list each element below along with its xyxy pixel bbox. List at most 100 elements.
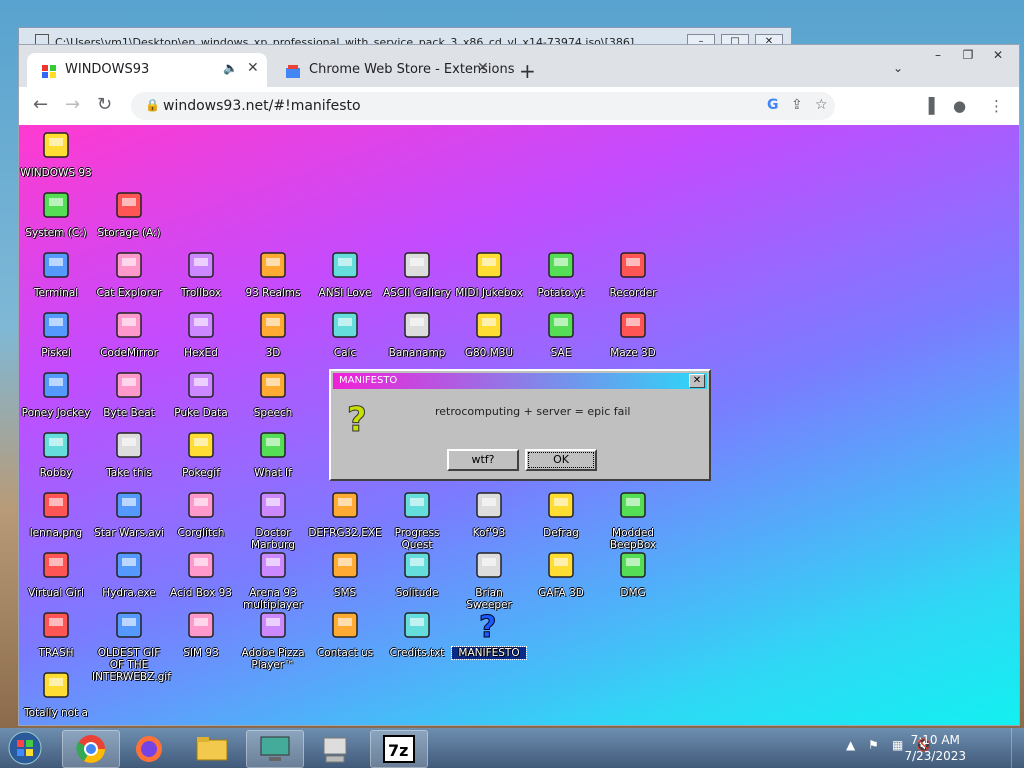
desktop-icon-sae[interactable]: SAE [524, 309, 598, 359]
desktop-icon-sms[interactable]: SMS [308, 549, 382, 599]
desktop-icon-piskel[interactable]: Piskel [19, 309, 93, 359]
firefox-taskbar-button[interactable] [122, 730, 178, 766]
explorer-taskbar-button[interactable] [184, 730, 240, 766]
drive-icon [43, 192, 69, 218]
desktop-icon-modded-beepbox[interactable]: Modded BeepBox [596, 489, 670, 551]
desktop-icon-doctor-marburg[interactable]: Doctor Marburg [236, 489, 310, 551]
close-tab-icon[interactable]: ✕ [477, 60, 489, 76]
desktop-icon-codemirror[interactable]: CodeMirror [92, 309, 166, 359]
forward-arrow-icon[interactable]: → [65, 94, 80, 115]
desktop-icon-trollbox[interactable]: Trollbox [164, 249, 238, 299]
tab-search-chevron-icon[interactable]: ⌄ [893, 61, 903, 75]
bookmark-star-icon[interactable]: ☆ [815, 97, 828, 113]
desktop-icon-recorder[interactable]: Recorder [596, 249, 670, 299]
google-lens-icon[interactable]: G [767, 97, 779, 113]
desktop-icon-poney-jockey[interactable]: Poney Jockey [19, 369, 93, 419]
window-restore-button[interactable]: ❐ [953, 45, 983, 65]
url-text[interactable]: windows93.net/#!manifesto [163, 98, 361, 114]
desktop-icon-totally-not-a[interactable]: Totally not a [19, 669, 93, 719]
menu-kebab-icon[interactable]: ⋮ [989, 97, 1004, 115]
share-icon[interactable]: ⇪ [791, 97, 803, 113]
desktop-icon-pokegif[interactable]: Pokegif [164, 429, 238, 479]
installer-taskbar-button[interactable] [308, 730, 364, 766]
address-bar[interactable]: 🔒 windows93.net/#!manifesto G ⇪ ☆ [131, 92, 835, 120]
desktop-icon-contact-us[interactable]: Contact us [308, 609, 382, 659]
desktop-icon-byte-beat[interactable]: Byte Beat [92, 369, 166, 419]
desktop-icon-cat-explorer[interactable]: Cat Explorer [92, 249, 166, 299]
wtf-button[interactable]: wtf? [447, 449, 519, 471]
close-tab-icon[interactable]: ✕ [247, 60, 259, 76]
desktop-icon-trash[interactable]: TRASH [19, 609, 93, 659]
speaker-icon[interactable]: 🔈 [223, 61, 238, 75]
vm-taskbar-button[interactable] [246, 730, 304, 768]
action-center-icon[interactable]: ⚑ [868, 738, 879, 752]
system-clock[interactable]: 7:10 AM 7/23/2023 [904, 732, 966, 764]
desktop-icon-defrag[interactable]: Defrag [524, 489, 598, 539]
new-tab-button[interactable]: + [519, 59, 536, 83]
desktop-icon-acid-box-93[interactable]: Acid Box 93 [164, 549, 238, 599]
start-orb-icon[interactable] [6, 730, 44, 766]
desktop-icon-g80-m3u[interactable]: G80.M3U [452, 309, 526, 359]
back-arrow-icon[interactable]: ← [33, 94, 48, 115]
desktop-icon-robby[interactable]: Robby [19, 429, 93, 479]
desktop-icon-progress-quest[interactable]: Progress Quest [380, 489, 454, 551]
desktop-icon-system-c[interactable]: System (C:) [19, 189, 93, 239]
ok-button[interactable]: OK [525, 449, 597, 471]
potato-icon [548, 252, 574, 278]
dialog-titlebar[interactable]: MANIFESTO ✕ [333, 373, 707, 389]
desktop-icon-corglitch[interactable]: Corglitch [164, 489, 238, 539]
desktop-icon-defrg32-exe[interactable]: DEFRG32.EXE [308, 489, 382, 539]
mage-icon [260, 252, 286, 278]
desktop-icon-credits-txt[interactable]: Credits.txt [380, 609, 454, 659]
window-minimize-button[interactable]: – [923, 45, 953, 65]
desktop-icon-label: Puke Data [174, 407, 228, 419]
desktop-icon-solitude[interactable]: Solitude [380, 549, 454, 599]
desktop-icon-adobe-pizza-player[interactable]: Adobe Pizza Player™ [236, 609, 310, 671]
desktop-icon-hydra-exe[interactable]: Hydra.exe [92, 549, 166, 599]
desktop-icon-ascii-gallery[interactable]: ASCII Gallery [380, 249, 454, 299]
lock-icon[interactable]: 🔒 [145, 98, 160, 112]
dialog-close-button[interactable]: ✕ [689, 374, 705, 388]
desktop-icon-lenna-png[interactable]: lenna.png [19, 489, 93, 539]
reload-icon[interactable]: ↻ [97, 94, 112, 115]
desktop-icon-hexed[interactable]: HexEd [164, 309, 238, 359]
side-panel-icon[interactable]: ▐ [923, 97, 935, 115]
window-close-button[interactable]: ✕ [983, 45, 1013, 65]
yoda-icon [116, 492, 142, 518]
desktop-icon-bananamp[interactable]: Bananamp [380, 309, 454, 359]
network-icon[interactable]: ▦ [892, 738, 903, 752]
desktop-icon-take-this[interactable]: Take this [92, 429, 166, 479]
desktop-icon-gafa-3d[interactable]: GAFA 3D [524, 549, 598, 599]
desktop-icon-dmg[interactable]: DMG [596, 549, 670, 599]
desktop-icon-star-wars-avi[interactable]: Star Wars.avi [92, 489, 166, 539]
desktop-icon-terminal[interactable]: Terminal [19, 249, 93, 299]
letter-a-icon [332, 252, 358, 278]
desktop-icon-3d[interactable]: 3D [236, 309, 310, 359]
desktop-icon-label: Terminal [33, 287, 79, 299]
desktop-icon-potato-yt[interactable]: Potato.yt [524, 249, 598, 299]
desktop-icon-maze-3d[interactable]: Maze 3D [596, 309, 670, 359]
7zip-taskbar-button[interactable]: 7z [370, 730, 428, 768]
desktop-icon-ansi-love[interactable]: ANSI Love [308, 249, 382, 299]
desktop-icon-brian-sweeper[interactable]: Brian Sweeper [452, 549, 526, 611]
profile-avatar-icon[interactable]: ● [953, 97, 966, 115]
tab-windows93[interactable]: WINDOWS93 🔈 ✕ [27, 53, 267, 87]
desktop-icon-calc[interactable]: Calc [308, 309, 382, 359]
desktop-icon-manifesto[interactable]: ? MANIFESTO [451, 609, 527, 660]
desktop-icon-what-if[interactable]: What If [236, 429, 310, 479]
desktop-icon-oldest-gif-of-the-interwebz-gif[interactable]: OLDEST GIF OF THE INTERWEBZ.gif [92, 609, 171, 683]
chrome-taskbar-button[interactable] [62, 730, 120, 768]
desktop-icon-midi-jukebox[interactable]: MIDI Jukebox [452, 249, 526, 299]
desktop-icon-storage-a[interactable]: Storage (A:) [92, 189, 166, 239]
desktop-icon-puke-data[interactable]: Puke Data [164, 369, 238, 419]
show-hidden-icons-icon[interactable]: ▲ [846, 738, 855, 752]
desktop-icon-kof-93[interactable]: Kof'93 [452, 489, 526, 539]
desktop-icon-windows-93[interactable]: WINDOWS 93 [19, 129, 93, 179]
desktop-icon-speech[interactable]: Speech [236, 369, 310, 419]
desktop-icon-sim-93[interactable]: SIM 93 [164, 609, 238, 659]
desktop-icon-arena-93-multiplayer[interactable]: Arena 93 multiplayer [236, 549, 310, 611]
desktop-icon-virtual-girl[interactable]: Virtual Girl [19, 549, 93, 599]
desktop-icon-93-realms[interactable]: 93 Realms [236, 249, 310, 299]
show-desktop-button[interactable] [1011, 728, 1024, 768]
tab-chrome-web-store[interactable]: Chrome Web Store - Extensions ✕ [271, 53, 515, 87]
